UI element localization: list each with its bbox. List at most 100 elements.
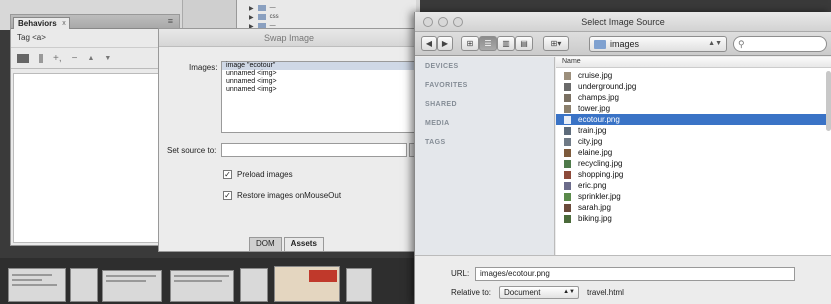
close-window-icon[interactable] [423,17,433,27]
set-source-input[interactable] [221,143,407,157]
file-row[interactable]: city.jpg [556,136,831,147]
folder-icon [594,39,606,49]
dialog-title: Swap Image [159,29,419,47]
set-source-label: Set source to: [167,146,217,155]
forward-button[interactable]: ▶ [437,36,453,51]
images-list[interactable]: image "ecotour" unnamed <img> unnamed <i… [221,61,421,133]
file-row[interactable]: eric.png [556,180,831,191]
thumbnail [240,268,268,302]
file-row[interactable]: champs.jpg [556,92,831,103]
show-set-events-icon[interactable] [17,53,29,63]
column-view-button[interactable]: ▥ [497,36,515,51]
search-input[interactable]: ⚲ [733,36,827,52]
add-behavior-button[interactable]: +, [53,53,62,64]
file-row-selected[interactable]: ecotour.png [556,114,831,125]
image-file-icon [564,104,571,113]
sidebar-section-tags[interactable]: TAGS [425,139,446,146]
image-file-icon [564,126,571,135]
coverflow-view-button[interactable]: ▤ [515,36,533,51]
sidebar-section-media[interactable]: MEDIA [425,120,450,127]
sidebar-section-devices[interactable]: DEVICES [425,63,459,70]
relative-to-label: Relative to: [451,288,492,297]
scrollbar[interactable] [826,71,831,131]
show-all-events-icon[interactable] [39,53,43,63]
file-row[interactable]: biking.jpg [556,213,831,224]
behaviors-list[interactable] [13,73,177,243]
image-list-item[interactable]: image "ecotour" [222,62,420,70]
restore-checkbox[interactable]: ✓ [223,191,232,200]
close-icon[interactable]: x [62,18,66,29]
select-image-source-dialog: Select Image Source ◀ ▶ ⊞ ☰ ▥ ▤ ⊞▾ image… [414,12,831,304]
images-label: Images: [189,63,218,72]
background-file-browser: ▶ — ▶ css ▶ — [236,0,416,30]
image-file-icon [564,137,571,146]
behaviors-panel: Behaviors x ≡ Tag <a> +, − ▲ ▼ [10,14,180,246]
image-list-item[interactable]: unnamed <img> [222,86,420,94]
column-header-name[interactable]: Name [556,57,831,68]
move-down-button[interactable]: ▼ [104,55,111,62]
file-row[interactable]: sprinkler.jpg [556,191,831,202]
url-label: URL: [451,269,470,278]
image-list-item[interactable]: unnamed <img> [222,70,420,78]
tag-label: Tag <a> [17,33,46,42]
image-file-icon [564,192,571,201]
tab-dom[interactable]: DOM [249,237,282,251]
background-row: ▶ — [249,5,276,12]
image-file-icon [564,170,571,179]
popup-arrows-icon: ▲▼ [708,40,722,47]
sidebar-section-favorites[interactable]: FAVORITES [425,82,468,89]
file-row[interactable]: sarah.jpg [556,202,831,213]
remove-behavior-button[interactable]: − [72,53,78,64]
image-file-icon [564,93,571,102]
behaviors-toolbar: +, − ▲ ▼ [11,47,179,69]
url-input[interactable]: images/ecotour.png [475,267,795,281]
restore-label: Restore images onMouseOut [237,191,342,200]
thumbnail [170,270,234,302]
sidebar-section-shared[interactable]: SHARED [425,101,457,108]
arrange-button[interactable]: ⊞▾ [543,36,569,51]
list-view-button[interactable]: ☰ [479,36,497,51]
minimize-window-icon[interactable] [438,17,448,27]
window-controls [423,17,463,27]
file-row[interactable]: elaine.jpg [556,147,831,158]
file-row[interactable]: tower.jpg [556,103,831,114]
window-title: Select Image Source [581,17,665,27]
behaviors-tab[interactable]: Behaviors x [13,17,70,29]
thumbnail [102,270,162,302]
window-titlebar: Select Image Source [415,12,831,32]
zoom-window-icon[interactable] [453,17,463,27]
menu-icon[interactable]: ≡ [168,16,173,26]
file-row[interactable]: underground.jpg [556,81,831,92]
file-row[interactable]: train.jpg [556,125,831,136]
thumbnail [8,268,66,302]
background-thumbnails [0,258,420,304]
file-row[interactable]: shopping.jpg [556,169,831,180]
behaviors-tabbar: Behaviors x ≡ [11,15,179,29]
image-file-icon [564,71,571,80]
search-icon: ⚲ [738,39,745,49]
background-panel [182,0,236,30]
file-row[interactable]: cruise.jpg [556,70,831,81]
thumbnail [274,266,340,302]
image-file-icon [564,115,571,124]
preload-checkbox[interactable]: ✓ [223,170,232,179]
image-file-icon [564,148,571,157]
panel-tabs: DOM Assets [249,237,324,251]
relative-file-name: travel.html [587,288,624,297]
relative-to-select[interactable]: Document ▲▼ [499,286,579,299]
image-file-icon [564,82,571,91]
preload-label: Preload images [237,170,293,179]
preload-checkbox-row[interactable]: ✓ Preload images [223,170,293,179]
back-button[interactable]: ◀ [421,36,437,51]
tab-assets[interactable]: Assets [283,237,324,251]
finder-sidebar: DEVICES FAVORITES SHARED MEDIA TAGS [415,57,555,255]
folder-popup[interactable]: images ▲▼ [589,36,727,52]
image-list-item[interactable]: unnamed <img> [222,78,420,86]
restore-checkbox-row[interactable]: ✓ Restore images onMouseOut [223,191,341,200]
chevron-updown-icon: ▲▼ [563,289,575,295]
file-row[interactable]: recycling.jpg [556,158,831,169]
background-row: ▶ css [249,14,279,21]
icon-view-button[interactable]: ⊞ [461,36,479,51]
file-list[interactable]: Name cruise.jpg underground.jpg champs.j… [556,57,831,255]
move-up-button[interactable]: ▲ [87,55,94,62]
